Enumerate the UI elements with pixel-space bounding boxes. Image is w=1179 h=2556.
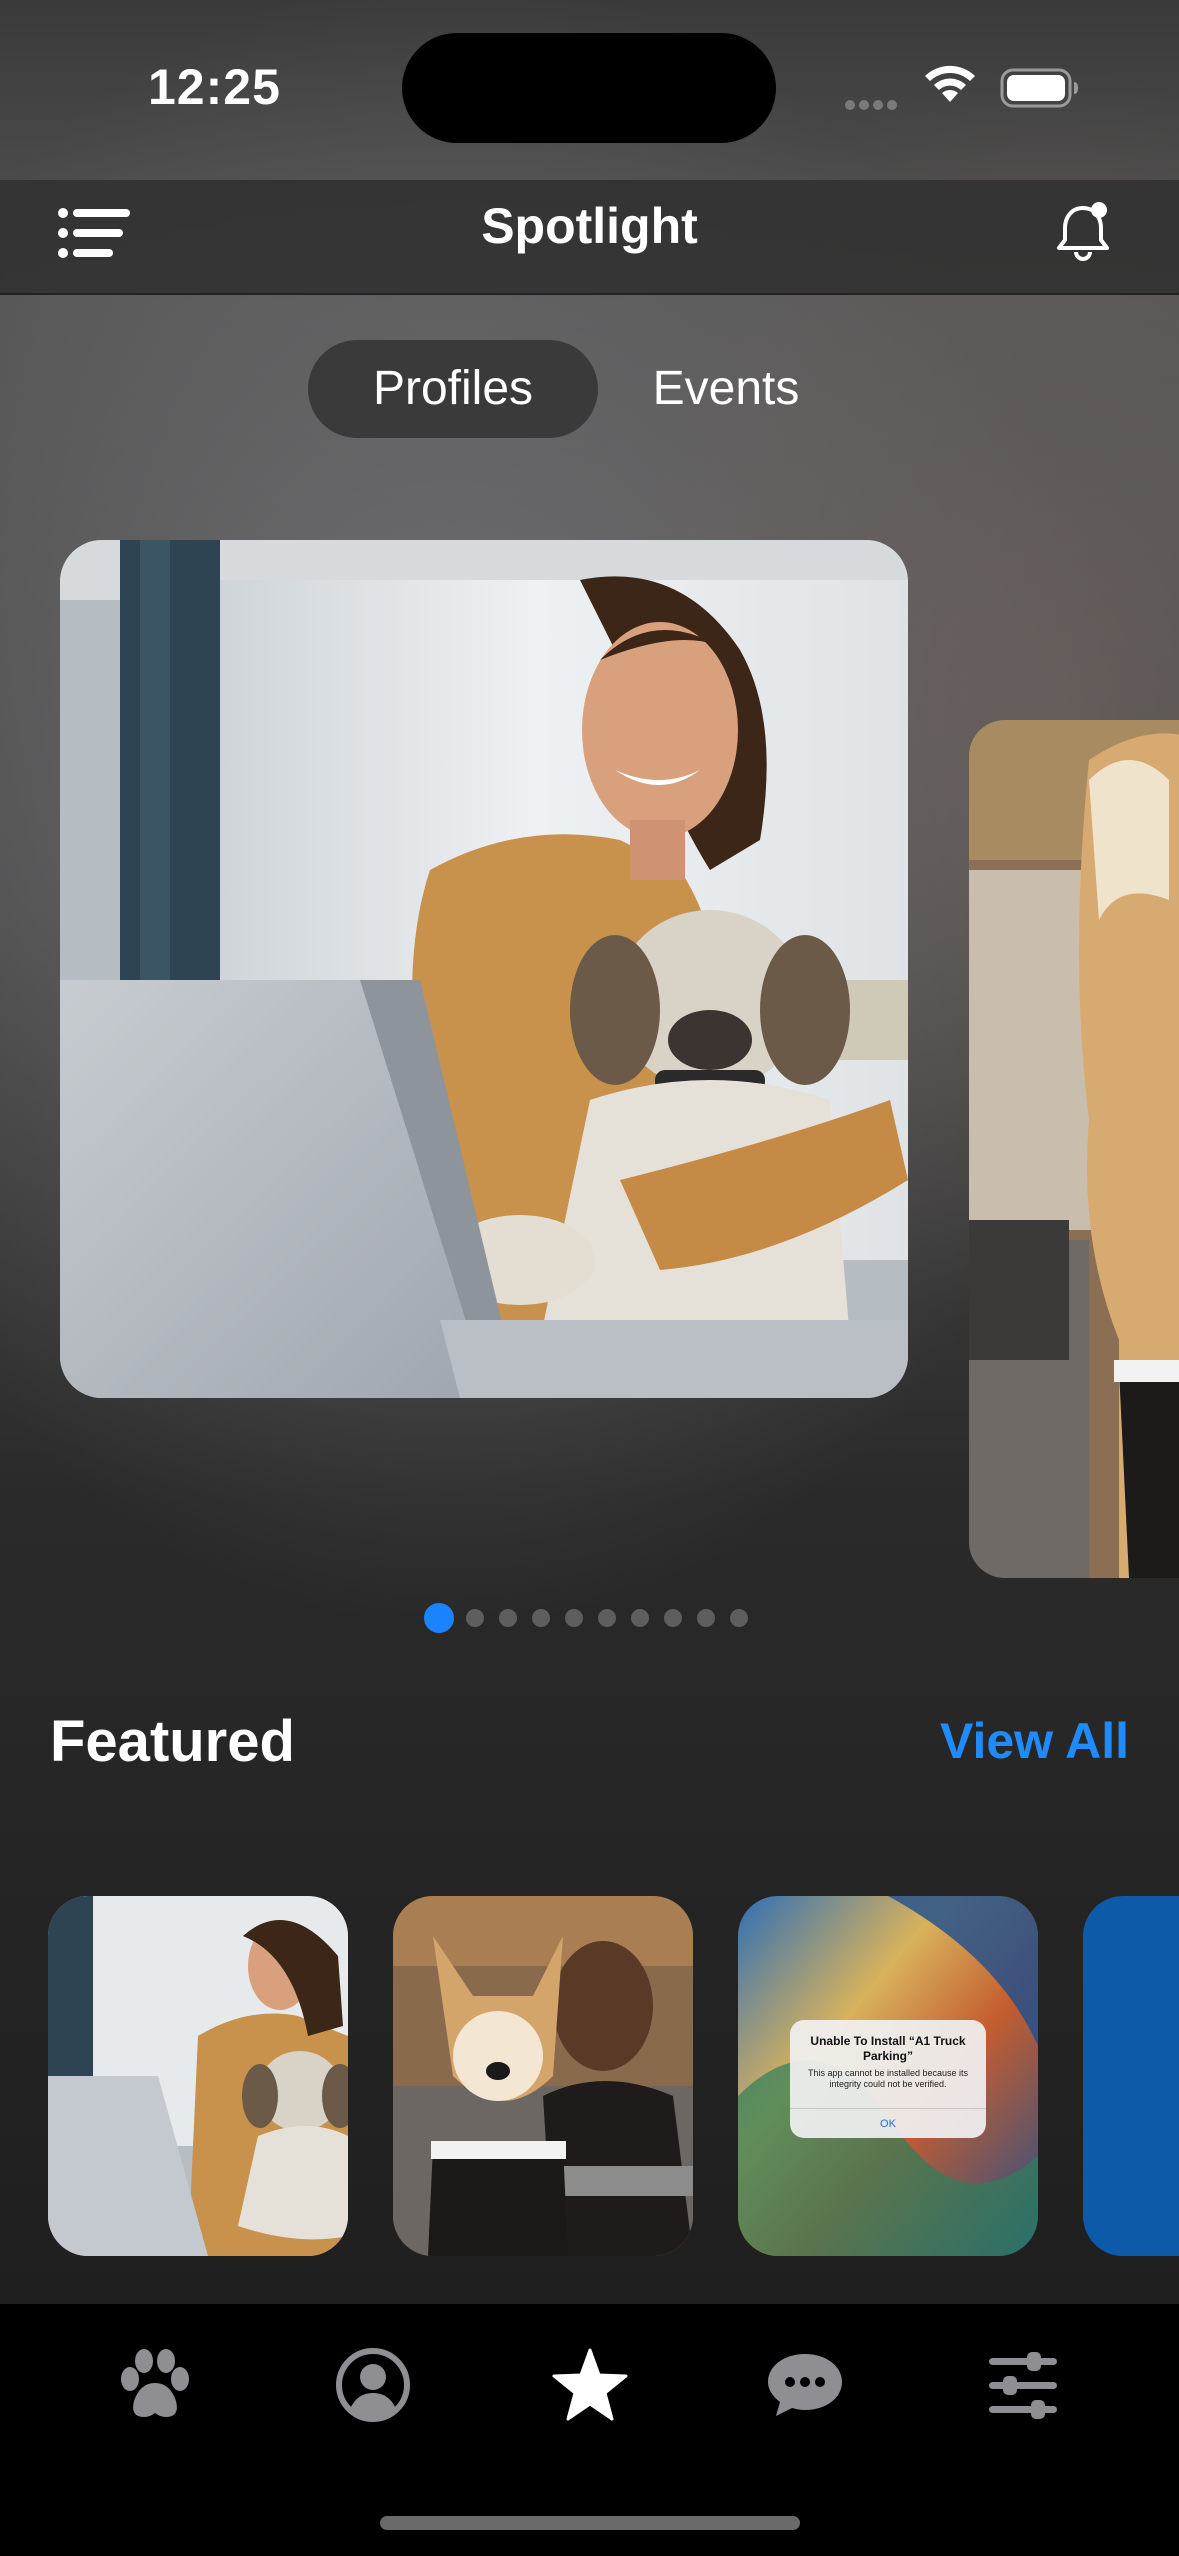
tab-settings[interactable] xyxy=(978,2340,1068,2430)
featured-photo xyxy=(393,1896,693,2256)
page-dot[interactable] xyxy=(664,1609,682,1627)
page-dot[interactable] xyxy=(631,1609,649,1627)
status-bar: 12:25 xyxy=(0,0,1179,180)
dynamic-island xyxy=(402,33,776,143)
tab-spotlight[interactable] xyxy=(545,2340,635,2430)
featured-item[interactable] xyxy=(393,1896,693,2256)
alert-title: Unable To Install “A1 Truck Parking” xyxy=(810,2034,966,2063)
tab-events[interactable]: Events xyxy=(626,340,826,438)
featured-photo xyxy=(48,1896,348,2256)
star-icon xyxy=(552,2348,628,2421)
tab-messages[interactable] xyxy=(760,2340,850,2430)
page-dot[interactable] xyxy=(697,1609,715,1627)
page-dot[interactable] xyxy=(466,1609,484,1627)
page-dot[interactable] xyxy=(532,1609,550,1627)
featured-item[interactable] xyxy=(48,1896,348,2256)
page-title: Spotlight xyxy=(481,198,698,254)
paw-icon xyxy=(121,2349,189,2417)
featured-item[interactable] xyxy=(1083,1896,1179,2256)
featured-item[interactable]: Unable To Install “A1 Truck Parking” Thi… xyxy=(738,1896,1038,2256)
spotlight-profile-card[interactable] xyxy=(60,540,908,1398)
home-indicator xyxy=(380,2516,800,2530)
tab-paw[interactable] xyxy=(110,2340,200,2430)
tab-profiles[interactable]: Profiles xyxy=(308,340,598,438)
profile-icon xyxy=(336,2348,410,2422)
page-dot[interactable] xyxy=(565,1609,583,1627)
page-dot-active[interactable] xyxy=(424,1603,454,1633)
carousel-page-indicator[interactable] xyxy=(424,1602,763,1634)
install-error-alert: Unable To Install “A1 Truck Parking” Thi… xyxy=(790,2020,986,2138)
sliders-icon xyxy=(989,2352,1057,2419)
battery-icon xyxy=(1000,68,1078,108)
alert-ok-button: OK xyxy=(790,2108,986,2138)
profile-photo xyxy=(60,540,908,1398)
page-dot[interactable] xyxy=(598,1609,616,1627)
featured-section-title: Featured xyxy=(50,1709,295,1774)
wifi-icon xyxy=(925,65,975,102)
view-all-link[interactable]: View All xyxy=(940,1712,1129,1770)
page-dot[interactable] xyxy=(730,1609,748,1627)
tab-profile[interactable] xyxy=(328,2340,418,2430)
page-dot[interactable] xyxy=(499,1609,517,1627)
cellular-signal-icon xyxy=(845,97,905,110)
next-profile-card-peek[interactable] xyxy=(969,720,1179,1578)
notification-bell-icon[interactable] xyxy=(1055,200,1115,264)
alert-message: This app cannot be installed because its… xyxy=(807,2068,969,2089)
status-time: 12:25 xyxy=(148,59,281,115)
chat-bubble-icon xyxy=(768,2354,842,2416)
profile-photo-peek xyxy=(969,720,1179,1578)
